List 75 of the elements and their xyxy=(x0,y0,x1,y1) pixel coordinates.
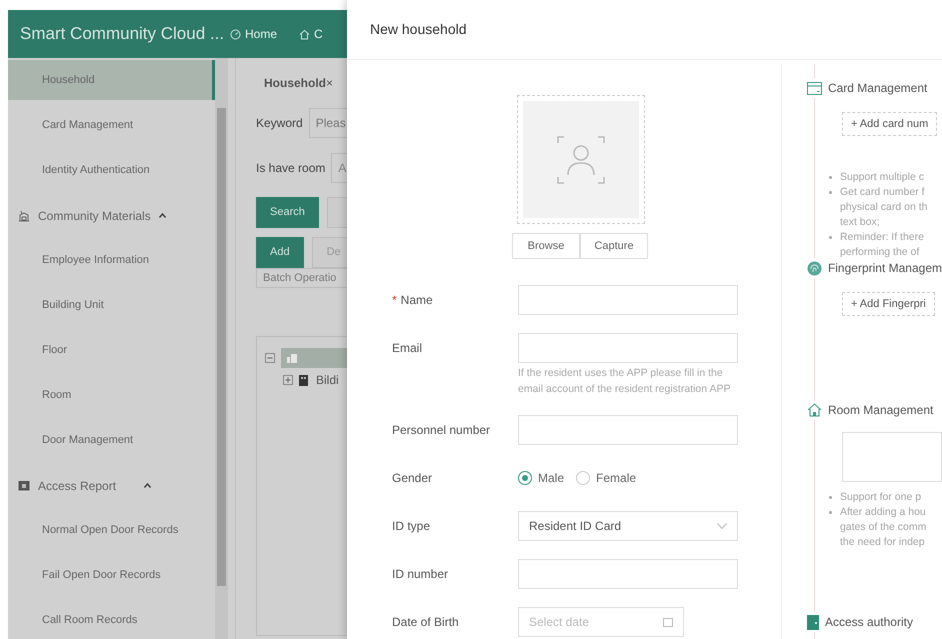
nav-link[interactable]: Home xyxy=(230,25,278,43)
section-title: Access authority xyxy=(824,614,913,631)
sidebar-item[interactable]: Household xyxy=(8,60,215,100)
input-field[interactable] xyxy=(518,415,738,445)
field-label: Gender xyxy=(392,471,432,485)
sidebar-item[interactable]: Card Management xyxy=(8,103,215,148)
group-label: Access Report xyxy=(38,478,116,494)
field-label: Name xyxy=(400,293,433,307)
bullet-icon xyxy=(828,191,832,194)
select-field[interactable]: Resident ID Card xyxy=(518,511,738,541)
room-input-box[interactable] xyxy=(842,432,942,482)
search-button[interactable]: Search xyxy=(256,197,319,228)
section-title: Fingerprint Managem xyxy=(828,260,942,277)
drawer-title: New household xyxy=(347,0,942,60)
close-icon[interactable]: × xyxy=(326,74,334,92)
note-text: Get card number f physical card on th text box; xyxy=(840,185,928,230)
input-field[interactable] xyxy=(518,559,738,589)
sidebar-item[interactable]: Door Management xyxy=(8,418,215,463)
building-icon xyxy=(299,374,308,386)
chevron-icon xyxy=(717,523,727,529)
node-label: Bildi xyxy=(316,372,339,389)
field-label: Personnel number xyxy=(392,423,490,437)
community-icon xyxy=(287,354,297,362)
photo-button[interactable]: Capture xyxy=(580,233,648,259)
scrollbar[interactable] xyxy=(215,58,228,639)
calendar-icon xyxy=(663,617,673,627)
note-text: After adding a hou gates of the comm the need for indep xyxy=(840,505,926,550)
sidebar-group[interactable]: Community Materials xyxy=(8,193,215,238)
sidebar-item[interactable]: Identity Authentication xyxy=(8,148,215,193)
field-label: Keyword xyxy=(256,115,303,132)
sidebar-group[interactable]: Access Report xyxy=(8,463,215,508)
sidebar-item[interactable]: Normal Open Door Records xyxy=(8,508,215,553)
bullet-icon xyxy=(828,176,832,179)
field-label: Email xyxy=(392,341,422,355)
note-text: Reminder: If there performing the of xyxy=(840,230,924,260)
report-icon xyxy=(18,480,30,491)
tree-node[interactable]: Bildi xyxy=(299,371,339,389)
person-placeholder-icon xyxy=(556,134,606,184)
field-label: Is have room xyxy=(256,160,326,177)
sidebar-item[interactable]: Employee Information xyxy=(8,238,215,283)
sidebar-item[interactable]: Call Room Records xyxy=(8,598,215,639)
note-text: Support multiple c xyxy=(840,170,924,185)
bullet-icon xyxy=(828,511,832,514)
bullet-icon xyxy=(828,496,832,499)
fingerprint-icon xyxy=(806,260,822,276)
home-icon xyxy=(299,28,310,40)
dashboard-icon xyxy=(230,28,241,40)
sidebar-item[interactable]: Floor xyxy=(8,328,215,373)
action-button[interactable]: Add xyxy=(256,237,304,268)
bullet-icon xyxy=(828,236,832,239)
field-label: ID number xyxy=(392,567,448,581)
nav-link[interactable]: C xyxy=(299,25,323,43)
section-title: Room Management xyxy=(828,402,934,419)
door-icon xyxy=(806,614,819,630)
section-title: Card Management xyxy=(828,80,928,97)
note-text: Support for one p xyxy=(840,490,922,505)
radio-option[interactable]: Female xyxy=(576,469,636,487)
add-button[interactable]: + Add card num xyxy=(842,112,938,136)
input-field[interactable] xyxy=(518,285,738,315)
help-text: If the resident uses the APP please fill in the email account of the resident registration APP xyxy=(518,366,732,397)
date-field[interactable]: Select date xyxy=(518,607,684,637)
photo-button[interactable]: Browse xyxy=(512,233,580,259)
sidebar-item[interactable]: Room xyxy=(8,373,215,418)
scrollbar-thumb[interactable] xyxy=(217,108,226,586)
required-mark: * xyxy=(392,293,397,307)
sidebar-item[interactable]: Building Unit xyxy=(8,283,215,328)
field-label: Date of Birth xyxy=(392,615,459,629)
sidebar-item[interactable]: Fail Open Door Records xyxy=(8,553,215,598)
app-title: Smart Community Cloud ... xyxy=(19,23,226,46)
group-label: Community Materials xyxy=(38,208,151,224)
add-button[interactable]: + Add Fingerpri xyxy=(842,292,935,316)
building-icon xyxy=(18,210,30,222)
field-label: ID type xyxy=(392,519,430,533)
input-field[interactable] xyxy=(518,333,738,363)
radio-option[interactable]: Male xyxy=(518,469,564,487)
